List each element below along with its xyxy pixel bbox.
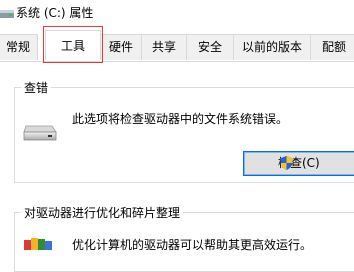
tab-security[interactable]: 安全 — [186, 34, 234, 60]
error-check-title: 查错 — [21, 79, 52, 96]
uac-shield-icon — [280, 156, 293, 170]
error-check-description: 此选项将检查驱动器中的文件系统错误。 — [72, 112, 289, 126]
tab-bar: 常规 工具 硬件 共享 安全 以前的版本 配额 — [0, 30, 354, 62]
window-title: 系统 (C:) 属性 — [16, 6, 94, 20]
tab-previous-versions[interactable]: 以前的版本 — [233, 34, 311, 60]
optimize-description: 优化计算机的驱动器可以帮助其更高效运行。 — [72, 238, 313, 252]
drive-icon — [23, 125, 57, 141]
tab-divider — [0, 61, 354, 62]
title-bar: 系统 (C:) 属性 — [0, 0, 354, 28]
check-button[interactable]: 检查(C) — [243, 151, 354, 176]
tab-tools[interactable]: 工具 — [45, 30, 101, 60]
optimize-title: 对驱动器进行优化和碎片整理 — [21, 204, 184, 221]
tab-quota[interactable]: 配额 — [310, 34, 354, 60]
tab-general[interactable]: 常规 — [0, 34, 38, 60]
tab-hardware[interactable]: 硬件 — [100, 34, 142, 60]
tab-sharing[interactable]: 共享 — [141, 34, 187, 60]
drive-title-icon — [0, 10, 14, 18]
